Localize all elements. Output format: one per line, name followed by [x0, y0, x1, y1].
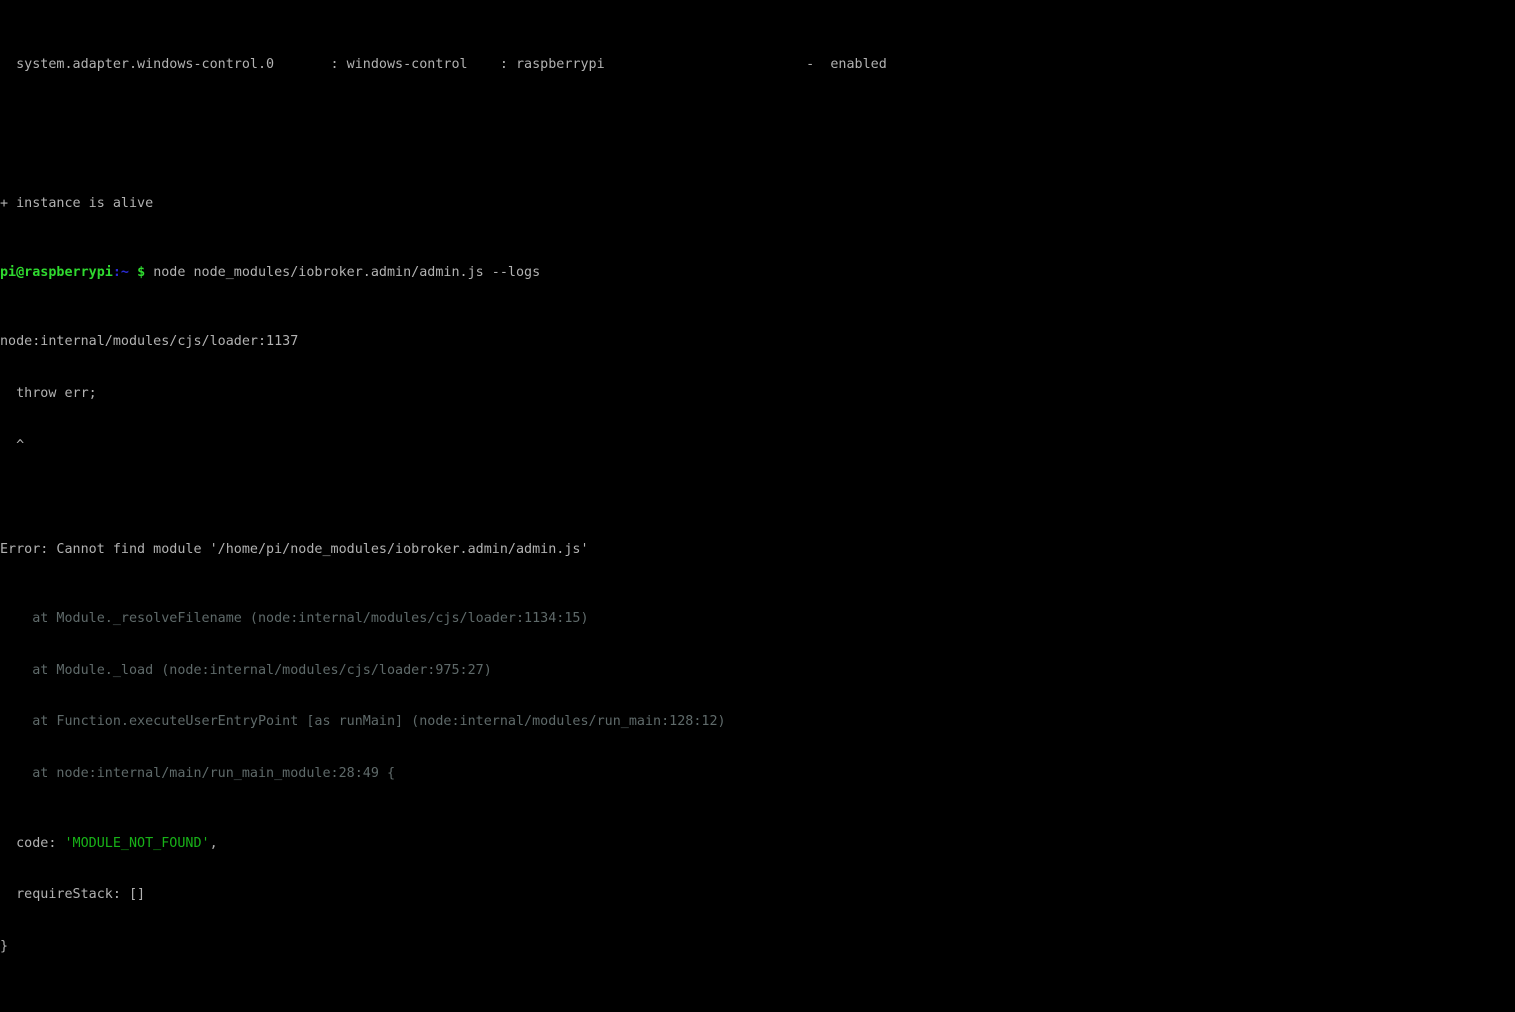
- terminal-screen: system.adapter.windows-control.0 : windo…: [0, 0, 1515, 1012]
- instance-alive-text-1: + instance is alive: [0, 195, 154, 211]
- scrollback-partial-line: system.adapter.windows-control.0 : windo…: [0, 56, 1515, 73]
- stack-trace-line: at node:internal/main/run_main_module:28…: [0, 766, 396, 782]
- error-output-line: [0, 489, 1515, 506]
- terminal-window[interactable]: system.adapter.windows-control.0 : windo…: [0, 0, 1515, 1012]
- command-input-1: node node_modules/iobroker.admin/admin.j…: [153, 264, 541, 280]
- prompt-user-host-1: pi@raspberrypi: [0, 264, 113, 280]
- stack-trace-line: at Module._load (node:internal/modules/c…: [0, 662, 492, 678]
- instance-alive-line-1: + instance is alive: [0, 195, 1515, 212]
- error-code-value: 'MODULE_NOT_FOUND': [64, 835, 210, 851]
- prompt-symbol-1: $: [137, 264, 146, 280]
- error-message-line: Error: Cannot find module '/home/pi/node…: [0, 541, 589, 557]
- error-output-line: throw err;: [0, 385, 97, 401]
- error-code-key: code:: [0, 835, 65, 851]
- error-closing-brace-line: }: [0, 939, 9, 955]
- error-output-line: ^: [0, 437, 25, 453]
- scrollback-partial-text: system.adapter.windows-control.0 : windo…: [0, 57, 887, 73]
- error-output-line: node:internal/modules/cjs/loader:1137: [0, 333, 299, 349]
- error-code-comma: ,: [209, 835, 218, 851]
- prompt-path-1: :~: [112, 264, 129, 280]
- stack-trace-line: at Module._resolveFilename (node:interna…: [0, 610, 589, 626]
- error-code-line: code: 'MODULE_NOT_FOUND',: [0, 835, 1515, 852]
- stack-trace-line: at Function.executeUserEntryPoint [as ru…: [0, 714, 726, 730]
- error-require-stack-line: requireStack: []: [0, 887, 146, 903]
- prompt-line-1: pi@raspberrypi:~ $ node node_modules/iob…: [0, 264, 1515, 281]
